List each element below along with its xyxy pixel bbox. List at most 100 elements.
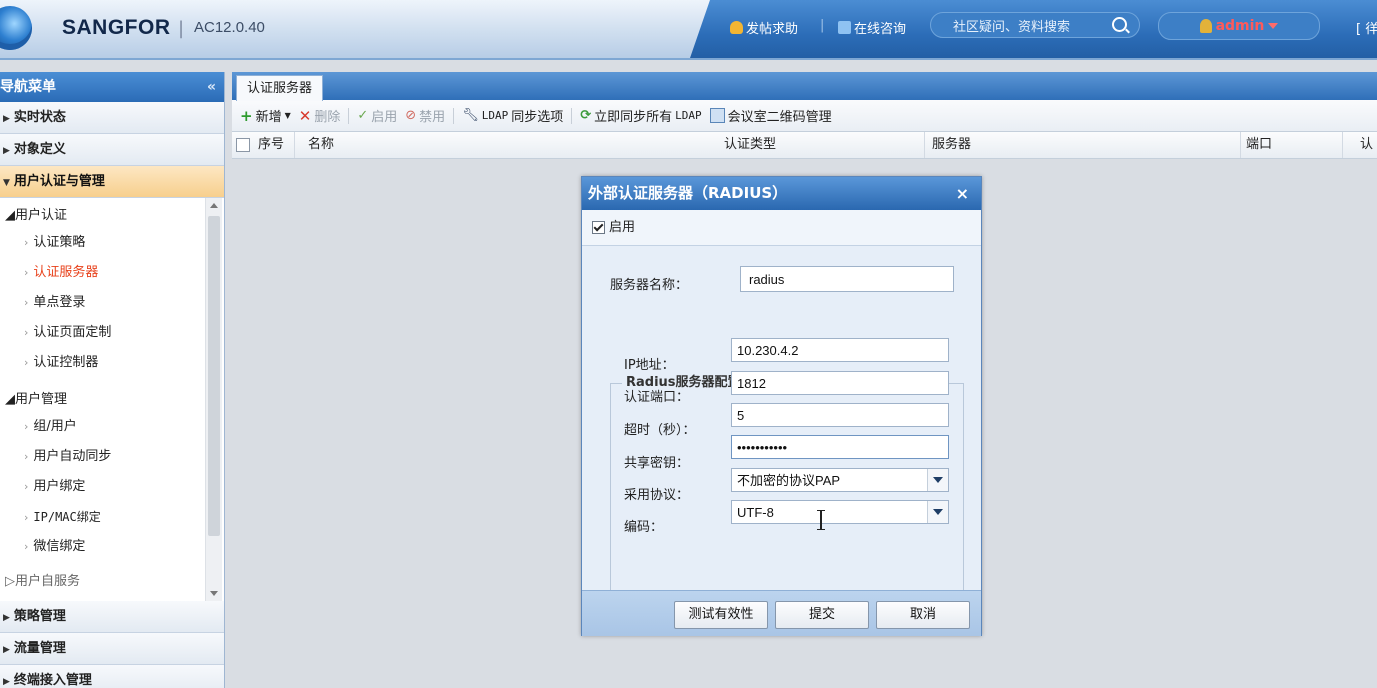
chevron-right-icon: › [24, 326, 29, 339]
column-header-index[interactable]: 序号 [254, 132, 295, 158]
nav-section-realtime-status[interactable]: ▶ 实时状态 [0, 102, 224, 134]
column-header-name[interactable]: 名称 [304, 132, 718, 158]
user-icon [1199, 19, 1212, 33]
protocol-select[interactable]: 不加密的协议PAP [731, 468, 949, 492]
chevron-right-icon: › [24, 266, 29, 279]
shared-secret-input[interactable]: ••••••••••• [731, 435, 949, 459]
column-header-server[interactable]: 服务器 [928, 132, 1241, 158]
tab-auth-server[interactable]: 认证服务器 [236, 75, 324, 101]
tree-item-sso[interactable]: › 单点登录 [0, 288, 224, 318]
delete-icon: ✕ [298, 106, 312, 125]
tree-scrollbar[interactable] [205, 198, 222, 601]
enable-checkbox[interactable] [592, 221, 605, 234]
post-help-link[interactable]: 发帖求助 [730, 18, 798, 37]
chevron-right-icon: › [24, 296, 29, 309]
column-header-port[interactable]: 端口 [1242, 132, 1343, 158]
qr-code-icon [709, 108, 725, 123]
select-all-checkbox[interactable] [236, 138, 250, 152]
tree-item-auth-controller[interactable]: › 认证控制器 [0, 348, 224, 378]
enable-button[interactable]: ✓ 启用 [357, 106, 397, 125]
tree-item-user-auto-sync[interactable]: › 用户自动同步 [0, 442, 224, 472]
ldap-sync-options-button[interactable]: 🔧︎ LDAP 同步选项 [462, 106, 563, 125]
tree-item-auth-page-custom[interactable]: › 认证页面定制 [0, 318, 224, 348]
collapse-sidebar-icon[interactable]: « [207, 72, 216, 102]
timeout-label: 超时（秒）： [624, 423, 696, 438]
scroll-up-icon[interactable] [210, 203, 218, 208]
tree-item-label: IP/MAC绑定 [33, 510, 101, 524]
encoding-label: 编码： [624, 520, 664, 535]
meeting-room-qr-button[interactable]: 会议室二维码管理 [709, 106, 832, 125]
check-icon: ✓ [357, 108, 369, 123]
chevron-down-icon[interactable] [927, 469, 948, 491]
column-header-partial[interactable]: 认 [1356, 132, 1377, 158]
username: admin [1215, 18, 1265, 34]
tree-item-group-user[interactable]: › 组/用户 [0, 412, 224, 442]
column-header-auth-type[interactable]: 认证类型 [720, 132, 925, 158]
community-search-input[interactable]: 社区疑问、资料搜索 [930, 12, 1140, 38]
server-name-input[interactable]: radius [740, 266, 954, 292]
meeting-qr-label: 会议室二维码管理 [727, 110, 832, 125]
nav-menu-title: 导航菜单 « [0, 72, 224, 102]
dialog-title-bar[interactable]: 外部认证服务器（RADIUS） × [582, 177, 981, 210]
chevron-right-icon: › [24, 356, 29, 369]
auth-port-input[interactable]: 1812 [731, 371, 949, 395]
tree-group-user-auth[interactable]: ◢用户认证 [0, 204, 224, 228]
caret-right-icon: ▶ [3, 613, 10, 623]
encoding-selected-value: UTF-8 [737, 505, 774, 520]
delete-button[interactable]: ✕ 删除 [298, 106, 341, 126]
nav-section-object-definition[interactable]: ▶ 对象定义 [0, 134, 224, 166]
nav-section-label: 策略管理 [13, 609, 66, 624]
sidebar: 导航菜单 « ▶ 实时状态 ▶ 对象定义 ▼ 用户认证与管理 ◢用户认证 › 认证策略 … [0, 72, 225, 688]
tree-item-auth-server[interactable]: › 认证服务器 [0, 258, 224, 288]
timeout-input[interactable]: 5 [731, 403, 949, 427]
radius-server-dialog: 外部认证服务器（RADIUS） × 启用 服务器名称： radius Radiu… [581, 176, 982, 636]
online-consult-link[interactable]: 在线咨询 [838, 18, 906, 37]
auth-port-label: 认证端口： [624, 390, 690, 405]
ban-icon: ⊘ [405, 108, 417, 123]
nav-section-user-auth[interactable]: ▼ 用户认证与管理 [0, 166, 224, 198]
online-consult-label: 在线咨询 [854, 22, 907, 37]
encoding-select[interactable]: UTF-8 [731, 500, 949, 524]
header-separator: | [178, 18, 185, 39]
user-menu[interactable]: admin [1158, 12, 1320, 40]
chevron-right-icon: › [24, 420, 29, 433]
tab-bar: 认证服务器 [232, 72, 1377, 101]
close-icon[interactable]: × [956, 177, 969, 210]
search-icon[interactable] [1112, 17, 1127, 32]
cancel-button[interactable]: 取消 [876, 601, 970, 629]
enable-label: 启用 [371, 110, 398, 125]
add-label: 新增 [255, 110, 282, 125]
top-header: SANGFOR | AC12.0.40 发帖求助 | 在线咨询 社区疑问、资料搜… [0, 0, 1377, 60]
tree-item-ip-mac-binding[interactable]: › IP/MAC绑定 [0, 502, 224, 532]
ip-address-label: IP地址： [624, 358, 675, 373]
test-validity-button[interactable]: 测试有效性 [674, 601, 768, 629]
add-button[interactable]: + 新增 ▼ [240, 106, 291, 126]
enable-label: 启用 [609, 220, 636, 235]
tree-item-label: 用户绑定 [33, 479, 86, 494]
nav-section-policy-management[interactable]: ▶ 策略管理 [0, 601, 224, 633]
tree-item-wechat-binding[interactable]: › 微信绑定 [0, 532, 224, 562]
submit-button[interactable]: 提交 [775, 601, 869, 629]
nav-section-traffic-management[interactable]: ▶ 流量管理 [0, 633, 224, 665]
scroll-thumb[interactable] [208, 216, 220, 536]
nav-section-label: 对象定义 [13, 142, 66, 157]
caret-right-icon: ▶ [3, 146, 10, 156]
disable-label: 禁用 [419, 110, 446, 125]
disable-button[interactable]: ⊘ 禁用 [405, 106, 445, 125]
ip-address-input[interactable]: 10.230.4.2 [731, 338, 949, 362]
scroll-down-icon[interactable] [210, 591, 218, 596]
nav-section-endpoint-access[interactable]: ▶ 终端接入管理 [0, 665, 224, 688]
tree-item-label: 单点登录 [33, 295, 86, 310]
tree-item-label: 用户自动同步 [33, 449, 112, 464]
tree-item-auth-policy[interactable]: › 认证策略 [0, 228, 224, 258]
sync-all-ldap-button[interactable]: ⟳ 立即同步所有 LDAP [580, 106, 701, 125]
tree-item-label: 认证服务器 [33, 265, 99, 280]
tree-item-user-binding[interactable]: › 用户绑定 [0, 472, 224, 502]
exit-link[interactable]: [ 徉 [1356, 18, 1377, 37]
plus-icon: + [240, 106, 253, 125]
tree-group-user-self-service[interactable]: ▷用户自服务 [0, 570, 224, 594]
chevron-down-icon[interactable] [927, 501, 948, 523]
grid-header: 序号 名称 认证类型 服务器 端口 认 [232, 132, 1377, 159]
tree-group-user-management[interactable]: ◢用户管理 [0, 388, 224, 412]
dialog-footer: 测试有效性 提交 取消 [582, 590, 981, 636]
